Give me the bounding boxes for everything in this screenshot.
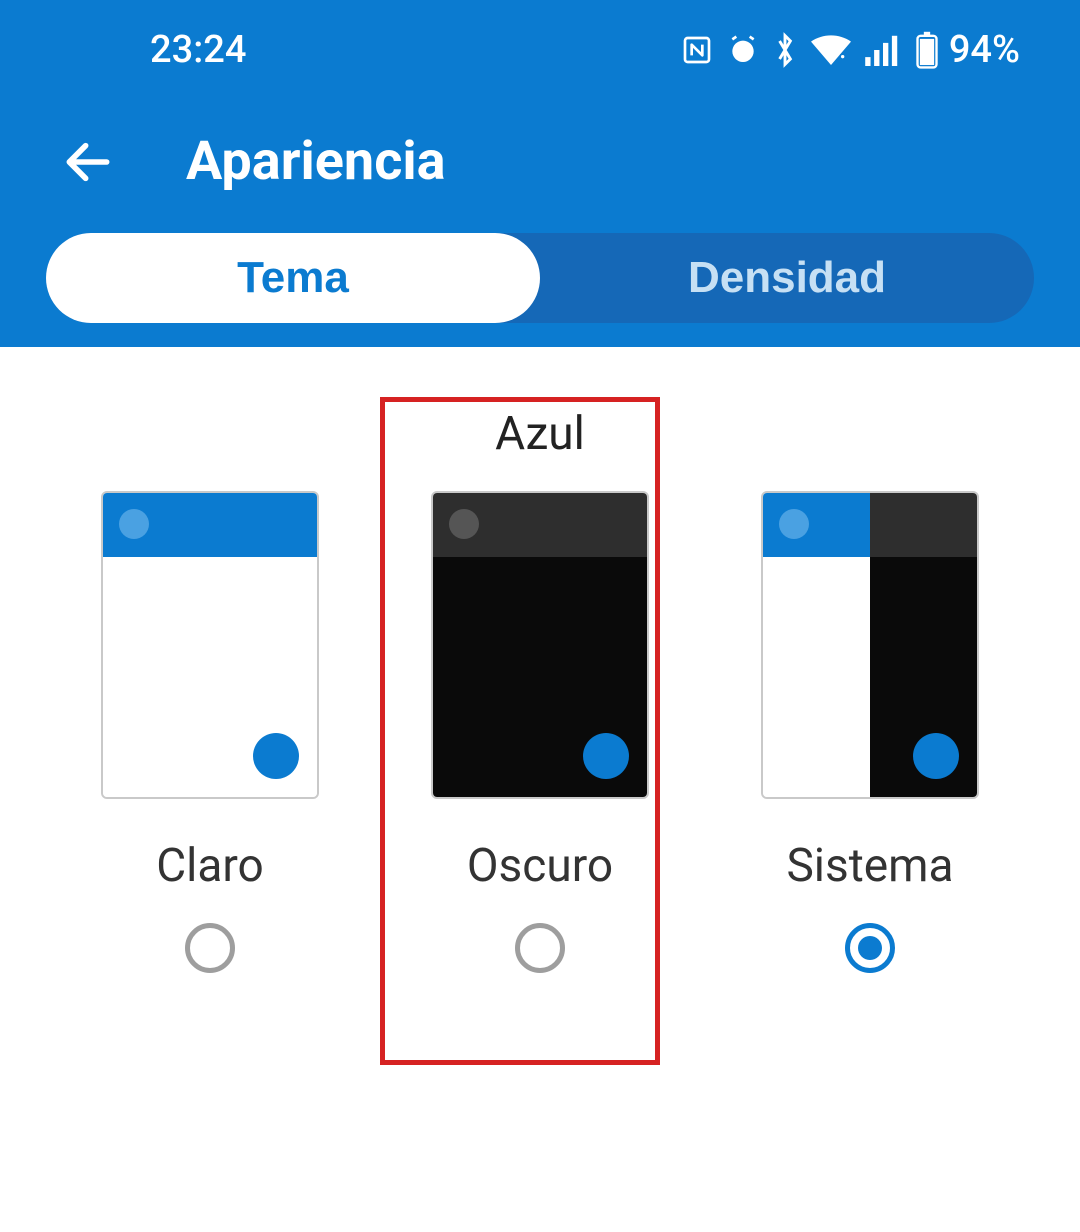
theme-label-dark: Oscuro xyxy=(467,839,613,893)
theme-option-system[interactable]: Sistema xyxy=(760,491,980,973)
status-bar: 23:24 94% xyxy=(0,0,1080,100)
theme-options-row: Claro Oscuro Sistema xyxy=(40,491,1040,973)
title-bar: Apariencia xyxy=(0,100,1080,233)
theme-label-light: Claro xyxy=(156,839,264,893)
theme-preview-light xyxy=(101,491,319,799)
tab-density[interactable]: Densidad xyxy=(540,233,1034,323)
alarm-icon xyxy=(727,34,759,66)
battery-percent: 94% xyxy=(949,28,1020,72)
content-area: Azul Claro Oscuro xyxy=(0,347,1080,973)
accent-color-label: Azul xyxy=(40,407,1040,461)
tab-theme[interactable]: Tema xyxy=(46,233,540,323)
radio-dark[interactable] xyxy=(515,923,565,973)
theme-option-dark[interactable]: Oscuro xyxy=(430,491,650,973)
radio-system[interactable] xyxy=(845,923,895,973)
status-time: 23:24 xyxy=(150,28,246,72)
theme-preview-system xyxy=(761,491,979,799)
bluetooth-icon xyxy=(773,32,797,68)
theme-option-light[interactable]: Claro xyxy=(100,491,320,973)
radio-light[interactable] xyxy=(185,923,235,973)
nfc-icon xyxy=(681,34,713,66)
wifi-icon xyxy=(811,34,851,66)
battery-icon xyxy=(915,31,939,69)
status-icons: 94% xyxy=(681,28,1020,72)
page-title: Apariencia xyxy=(186,130,446,193)
segmented-control: Tema Densidad xyxy=(46,233,1034,323)
back-button[interactable] xyxy=(60,134,116,190)
app-header: 23:24 94% Aparienc xyxy=(0,0,1080,347)
theme-preview-dark xyxy=(431,491,649,799)
theme-label-system: Sistema xyxy=(786,839,953,893)
signal-icon xyxy=(865,34,901,66)
